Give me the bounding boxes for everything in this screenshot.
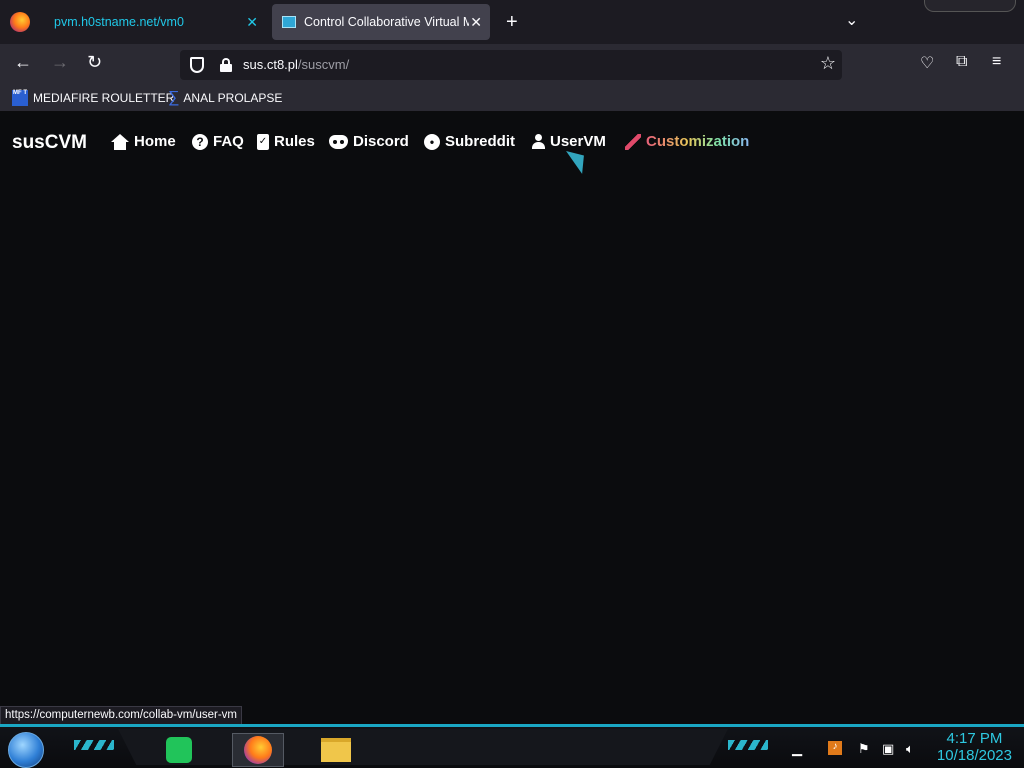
volume-icon[interactable]: 🔈︎ [906, 741, 914, 757]
reload-icon[interactable]: ↻ [87, 52, 102, 73]
tracking-shield-icon[interactable] [190, 57, 204, 73]
system-clock[interactable]: 4:17 PM 10/18/2023 [937, 730, 1012, 764]
nav-customization-link[interactable]: Customization [625, 133, 749, 150]
home-icon [111, 133, 129, 150]
nav-rules-link[interactable]: ✓ Rules [257, 133, 315, 150]
nav-label: Subreddit [445, 133, 515, 150]
nav-label: Discord [353, 133, 409, 150]
bookmark-label: ANAL PROLAPSE [183, 91, 283, 105]
taskbar-file-explorer[interactable] [310, 733, 362, 767]
sigma-icon: ∑ [168, 89, 180, 106]
taskbar-decoration-left [74, 740, 114, 750]
bookmarks-toolbar: MF T MEDIAFIRE ROULETTER ∑ ANAL PROLAPSE [0, 85, 1024, 112]
hamburger-menu-icon[interactable]: ≡ [992, 53, 1001, 71]
taskbar: ▁ ♪ ⚑ ▣ 🔈︎ 4:17 PM 10/18/2023 [0, 724, 1024, 768]
question-icon: ? [192, 133, 208, 150]
lock-icon[interactable] [220, 58, 232, 72]
clock-time: 4:17 PM [946, 730, 1003, 747]
tab-collabvm[interactable]: Control Collaborative Virtual M ✕ [272, 4, 490, 40]
url-text[interactable]: sus.ct8.pl/suscvm/ [243, 57, 349, 72]
show-hidden-icons-icon[interactable]: ▁ [792, 741, 802, 757]
nav-faq-link[interactable]: ? FAQ [192, 133, 244, 150]
folder-icon [321, 738, 351, 762]
start-button[interactable] [8, 732, 44, 768]
site-brand[interactable]: susCVM [12, 132, 87, 154]
pocket-icon[interactable]: ♡ [920, 53, 934, 73]
user-icon [532, 134, 545, 149]
flag-icon[interactable]: ⚑ [858, 741, 870, 757]
firefox-menu-icon[interactable] [10, 12, 30, 32]
navigation-toolbar: ← → ↻ sus.ct8.pl/suscvm/ ☆ ♡ ⧉ ≡ [0, 44, 1024, 85]
tab-label: pvm.h0stname.net/vm0 [54, 15, 184, 29]
nav-subreddit-link[interactable]: • Subreddit [424, 133, 515, 150]
back-arrow-icon[interactable]: ← [14, 52, 32, 73]
clock-date: 10/18/2023 [936, 747, 1012, 764]
close-tab-icon[interactable]: ✕ [470, 14, 482, 31]
bookmark-anal-prolapse[interactable]: ∑ ANAL PROLAPSE [168, 90, 282, 106]
taskbar-firefox[interactable] [232, 733, 284, 767]
tab-pvm[interactable]: pvm.h0stname.net/vm0 ✕ [44, 4, 266, 40]
taskbar-decoration-right [728, 740, 768, 750]
tray-app-icon[interactable]: ♪ [828, 741, 842, 755]
bookmark-label: MEDIAFIRE ROULETTER [33, 91, 175, 105]
nav-label: FAQ [213, 133, 244, 150]
discord-icon [329, 134, 348, 149]
nav-label: Home [134, 133, 176, 150]
network-icon[interactable]: ▣ [882, 741, 894, 757]
address-bar[interactable]: sus.ct8.pl/suscvm/ ☆ [180, 50, 842, 80]
reddit-icon: • [424, 133, 440, 150]
forward-arrow-icon[interactable]: → [51, 52, 69, 73]
nav-label: Customization [646, 133, 750, 150]
monitor-favicon-icon [282, 16, 296, 28]
brush-icon [625, 133, 641, 150]
nav-label: Rules [274, 133, 315, 150]
mediafire-icon: MF T [12, 90, 28, 106]
new-tab-plus-icon[interactable]: + [506, 11, 518, 34]
tab-label: Control Collaborative Virtual M [304, 15, 469, 29]
close-tab-icon[interactable]: ✕ [246, 14, 258, 31]
taskbar-sticky-notes[interactable] [153, 733, 205, 767]
bookmark-mediafire[interactable]: MF T MEDIAFIRE ROULETTER [12, 90, 174, 106]
sticky-notes-icon [166, 737, 192, 763]
bookmark-star-icon[interactable]: ☆ [820, 53, 836, 74]
taskbar-center-panel [118, 729, 728, 765]
nav-home-link[interactable]: Home [111, 133, 176, 150]
extensions-puzzle-icon[interactable]: ⧉ [956, 53, 967, 71]
clipboard-icon: ✓ [257, 133, 269, 150]
link-status-tooltip: https://computernewb.com/collab-vm/user-… [0, 706, 242, 725]
url-path: /suscvm/ [297, 57, 350, 72]
url-domain: sus.ct8.pl [243, 57, 298, 72]
tab-strip: pvm.h0stname.net/vm0 ✕ Control Collabora… [0, 0, 1024, 44]
nav-discord-link[interactable]: Discord [329, 133, 409, 150]
window-frame-decoration [924, 0, 1016, 12]
firefox-icon [244, 736, 272, 764]
chevron-down-icon[interactable]: ⌄ [845, 10, 858, 30]
page-content: susCVM Home ? FAQ ✓ Rules Discord • Subr… [0, 112, 1024, 724]
